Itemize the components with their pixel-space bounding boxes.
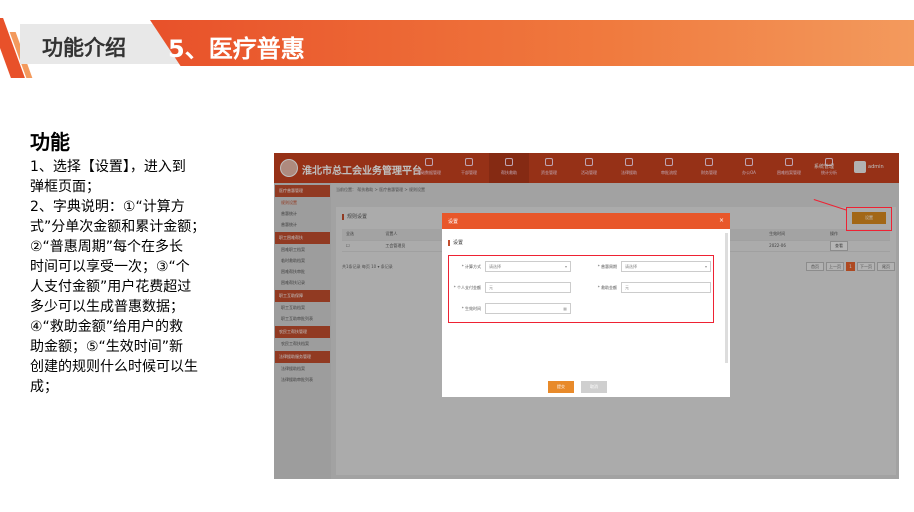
app-screenshot: 淮北市总工会业务管理平台 基础数据管理 干部管理 帮扶救助 资金管理 活动管理 …: [274, 153, 899, 479]
description-heading: 功能: [30, 130, 70, 154]
description-line: 多少可以生成普惠数据；: [30, 299, 184, 315]
settings-form: * 计算方式 请选择 ▾ * 普惠周期 请选择 ▾ * 个人支付金额 元 * 救助金…: [448, 255, 714, 323]
description-line: 创建的规则什么时候可以生: [30, 359, 198, 375]
cycle-label: * 普惠周期: [597, 264, 617, 269]
description-line: ②“普惠周期”每个在多长: [30, 239, 184, 255]
description-line: 2、字典说明：①“计算方: [30, 199, 185, 215]
modal-header: 设置 ×: [442, 213, 730, 229]
aid-label: * 救助金额: [597, 285, 617, 290]
pay-label: * 个人支付金额: [453, 285, 481, 290]
description: 功能 1、选择【设置】，进入到 弹框页面； 2、字典说明：①“计算方 式”分单次…: [30, 126, 245, 397]
section-title: 5、医疗普惠: [168, 35, 305, 63]
modal-subtitle: 设置: [448, 239, 463, 246]
submit-button[interactable]: 提交: [548, 381, 574, 393]
slide-header: 功能介绍 5、医疗普惠: [0, 18, 914, 78]
pay-amount-input[interactable]: 元: [485, 282, 571, 293]
chevron-down-icon: ▾: [704, 264, 707, 269]
section-label: 功能介绍: [42, 36, 126, 60]
calc-select[interactable]: 请选择 ▾: [485, 261, 571, 272]
aid-amount-input[interactable]: 元: [621, 282, 711, 293]
calendar-icon: ▦: [563, 306, 567, 311]
effective-date-input[interactable]: ▦: [485, 303, 571, 314]
description-line: 式”分单次金额和累计金额；: [30, 219, 206, 235]
calc-label: * 计算方式: [461, 264, 481, 269]
modal-title: 设置: [448, 219, 459, 225]
description-line: 人支付金额”用户花费超过: [30, 279, 192, 295]
description-line: 弹框页面；: [30, 179, 100, 195]
modal-scrollbar[interactable]: [725, 233, 728, 363]
close-icon[interactable]: ×: [719, 217, 724, 224]
highlight-box: [846, 207, 892, 231]
chevron-down-icon: ▾: [564, 264, 567, 269]
settings-modal: 设置 × 设置 * 计算方式 请选择 ▾ * 普惠周期 请选择 ▾ * 个人支付金额…: [442, 213, 730, 397]
description-line: 助金额；⑤“生效时间”新: [30, 339, 184, 355]
description-line: 成；: [30, 379, 58, 395]
description-line: 时间可以享受一次；③“个: [30, 259, 190, 275]
description-line: ④“救助金额”给用户的救: [30, 319, 184, 335]
cycle-select[interactable]: 请选择 ▾: [621, 261, 711, 272]
time-label: * 生效时间: [461, 306, 481, 311]
description-line: 1、选择【设置】，进入到: [30, 159, 186, 175]
cancel-button[interactable]: 取消: [581, 381, 607, 393]
